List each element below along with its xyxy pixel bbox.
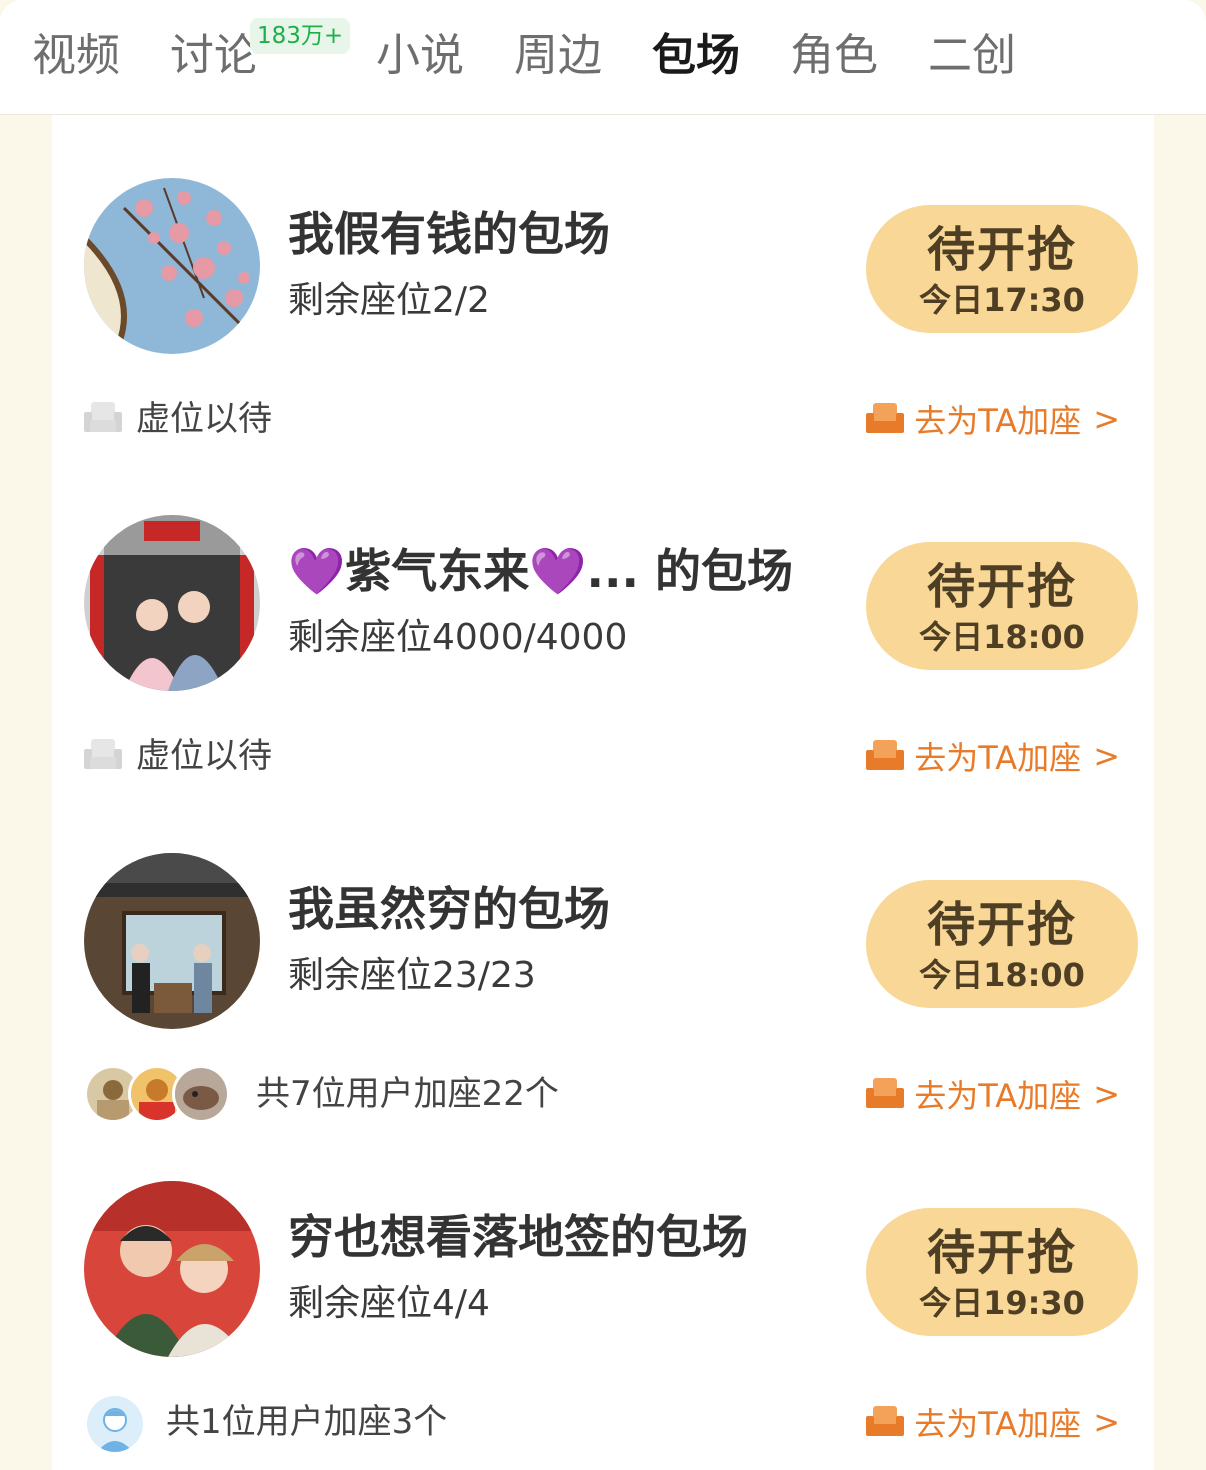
tab-characters[interactable]: 角色: [790, 28, 878, 84]
add-seat-label: 去为TA加座: [914, 1077, 1082, 1115]
category-tab-bar: 视频 讨论 183万+ 小说 周边 包场 角色 二创: [0, 0, 1206, 115]
host-avatar[interactable]: [84, 515, 260, 691]
grab-button[interactable]: 待开抢 今日18:00: [866, 542, 1138, 670]
sofa-icon: [866, 1406, 905, 1436]
host-avatar[interactable]: [84, 178, 260, 354]
screening-list: 我假有钱的包场 剩余座位2/2 待开抢 今日17:30 虚位以待 去为TA加座 …: [52, 115, 1154, 1470]
sofa-icon: [866, 740, 905, 770]
chevron-right-icon: >: [1093, 400, 1120, 438]
supporter-avatar[interactable]: [84, 1393, 146, 1455]
host-avatar[interactable]: [84, 1181, 260, 1357]
card-footer: 虚位以待 去为TA加座 >: [52, 727, 1154, 787]
tab-discussion[interactable]: 讨论: [170, 28, 258, 84]
screening-title: 💜紫气东来💜... 的包场: [288, 544, 793, 598]
grab-button-label: 待开抢: [926, 559, 1077, 615]
card-footer: 虚位以待 去为TA加座 >: [52, 390, 1154, 450]
add-seat-link[interactable]: 去为TA加座 >: [866, 1073, 1120, 1115]
empty-seat-icon: [84, 739, 122, 769]
grab-button[interactable]: 待开抢 今日19:30: [866, 1208, 1138, 1336]
grab-button-label: 待开抢: [926, 222, 1077, 278]
tab-private-screening[interactable]: 包场: [652, 28, 740, 84]
remaining-seats: 剩余座位4000/4000: [288, 617, 628, 658]
sofa-icon: [866, 1078, 905, 1108]
card-footer: 共1位用户加座3个 去为TA加座 >: [52, 1393, 1154, 1455]
chevron-right-icon: >: [1093, 1075, 1120, 1113]
add-seat-link[interactable]: 去为TA加座 >: [866, 735, 1120, 777]
screening-title: 我假有钱的包场: [288, 207, 610, 261]
screening-card[interactable]: 我虽然穷的包场 剩余座位23/23 待开抢 今日18:00 共7位用户加座22个: [52, 795, 1154, 1125]
remaining-seats: 剩余座位2/2: [288, 280, 490, 321]
screening-card[interactable]: 我假有钱的包场 剩余座位2/2 待开抢 今日17:30 虚位以待 去为TA加座 …: [52, 120, 1154, 450]
empty-seat-icon: [84, 402, 122, 432]
card-footer: 共7位用户加座22个 去为TA加座 >: [52, 1065, 1154, 1125]
start-time: 今日17:30: [919, 281, 1085, 319]
seat-status-text: 虚位以待: [136, 736, 272, 776]
add-seat-label: 去为TA加座: [914, 402, 1082, 440]
tab-fan-creations[interactable]: 二创: [928, 28, 1016, 84]
grab-button[interactable]: 待开抢 今日18:00: [866, 880, 1138, 1008]
remaining-seats: 剩余座位4/4: [288, 1283, 490, 1324]
start-time: 今日19:30: [919, 1284, 1085, 1322]
grab-button[interactable]: 待开抢 今日17:30: [866, 205, 1138, 333]
add-seat-link[interactable]: 去为TA加座 >: [866, 1401, 1120, 1443]
add-seat-label: 去为TA加座: [914, 739, 1082, 777]
supporter-summary: 共1位用户加座3个: [166, 1402, 448, 1442]
tab-novel[interactable]: 小说: [376, 28, 464, 84]
add-seat-link[interactable]: 去为TA加座 >: [866, 398, 1120, 440]
supporter-summary: 共7位用户加座22个: [256, 1074, 559, 1114]
discussion-count-badge: 183万+: [250, 18, 351, 54]
start-time: 今日18:00: [919, 956, 1085, 994]
screening-title: 我虽然穷的包场: [288, 882, 610, 936]
start-time: 今日18:00: [919, 618, 1085, 656]
chevron-right-icon: >: [1093, 1403, 1120, 1441]
grab-button-label: 待开抢: [926, 1225, 1077, 1281]
remaining-seats: 剩余座位23/23: [288, 955, 536, 996]
tab-videos[interactable]: 视频: [32, 28, 120, 84]
supporter-avatars[interactable]: [84, 1065, 244, 1125]
sofa-icon: [866, 403, 905, 433]
screening-card[interactable]: 穷也想看落地签的包场 剩余座位4/4 待开抢 今日19:30 共1位用户加座3个…: [52, 1123, 1154, 1455]
supporter-avatar: [172, 1065, 230, 1123]
add-seat-label: 去为TA加座: [914, 1405, 1082, 1443]
screening-title: 穷也想看落地签的包场: [288, 1210, 748, 1264]
tab-merch[interactable]: 周边: [514, 28, 602, 84]
screening-card[interactable]: 💜紫气东来💜... 的包场 剩余座位4000/4000 待开抢 今日18:00 …: [52, 457, 1154, 787]
host-avatar[interactable]: [84, 853, 260, 1029]
seat-status-text: 虚位以待: [136, 399, 272, 439]
grab-button-label: 待开抢: [926, 897, 1077, 953]
chevron-right-icon: >: [1093, 737, 1120, 775]
